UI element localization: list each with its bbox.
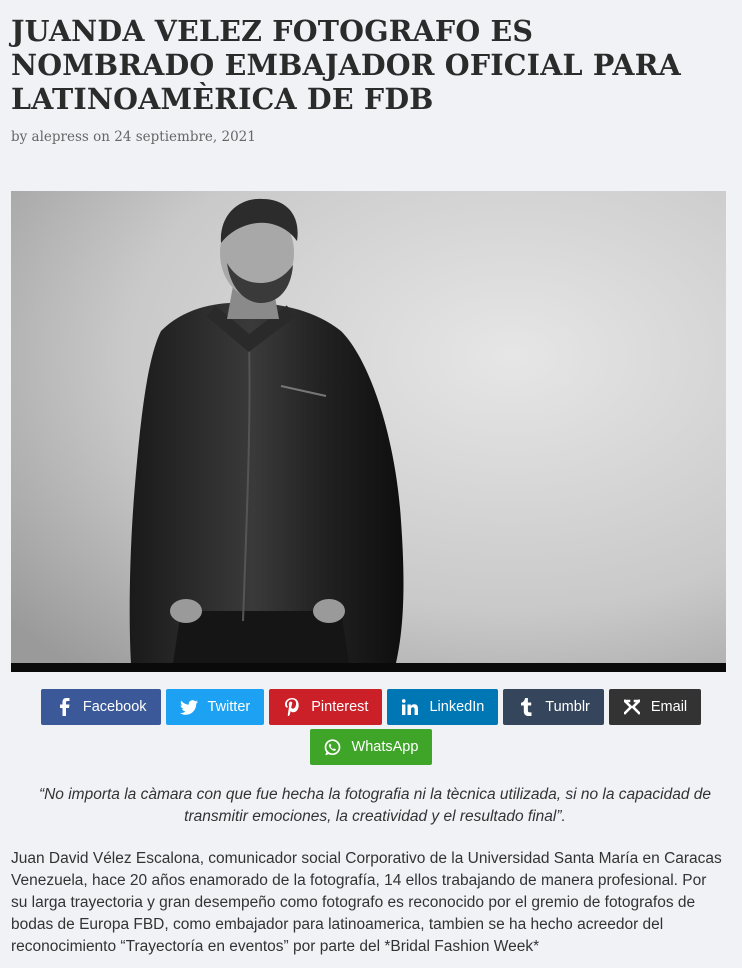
facebook-icon: [53, 698, 75, 716]
share-bar-second-row: WhatsApp: [0, 729, 742, 765]
share-button-label: Facebook: [82, 699, 147, 715]
linkedin-icon: [399, 698, 421, 716]
share-twitter-button[interactable]: Twitter: [165, 689, 265, 725]
share-email-button[interactable]: Email: [608, 689, 702, 725]
twitter-icon: [178, 698, 200, 716]
share-button-label: Twitter: [207, 699, 251, 715]
share-facebook-button[interactable]: Facebook: [40, 689, 161, 725]
share-whatsapp-button[interactable]: WhatsApp: [309, 729, 433, 765]
article: JUANDA VELEZ FOTOGRAFO ES NOMBRADO EMBAJ…: [11, 0, 731, 145]
pinterest-icon: [281, 698, 303, 716]
share-button-label: Email: [650, 699, 688, 715]
article-quote: “No importa la càmara con que fue hecha …: [38, 786, 712, 825]
tumblr-icon: [515, 698, 537, 716]
share-button-label: Tumblr: [545, 699, 590, 715]
share-button-label: LinkedIn: [429, 699, 485, 715]
share-pinterest-button[interactable]: Pinterest: [269, 689, 383, 725]
share-button-label: WhatsApp: [351, 739, 419, 755]
share-button-label: Pinterest: [311, 699, 369, 715]
hero-photo: [11, 191, 726, 672]
share-tumblr-button[interactable]: Tumblr: [503, 689, 604, 725]
article-title: JUANDA VELEZ FOTOGRAFO ES NOMBRADO EMBAJ…: [11, 14, 681, 116]
email-icon: [621, 698, 643, 716]
whatsapp-icon: [322, 738, 344, 756]
article-byline: by alepress on 24 septiembre, 2021: [11, 129, 256, 145]
article-body: Juan David Vélez Escalona, comunicador s…: [11, 850, 722, 955]
share-bar: Facebook Twitter Pinterest LinkedIn Tumblr Em…: [0, 689, 742, 725]
share-linkedin-button[interactable]: LinkedIn: [387, 689, 499, 725]
